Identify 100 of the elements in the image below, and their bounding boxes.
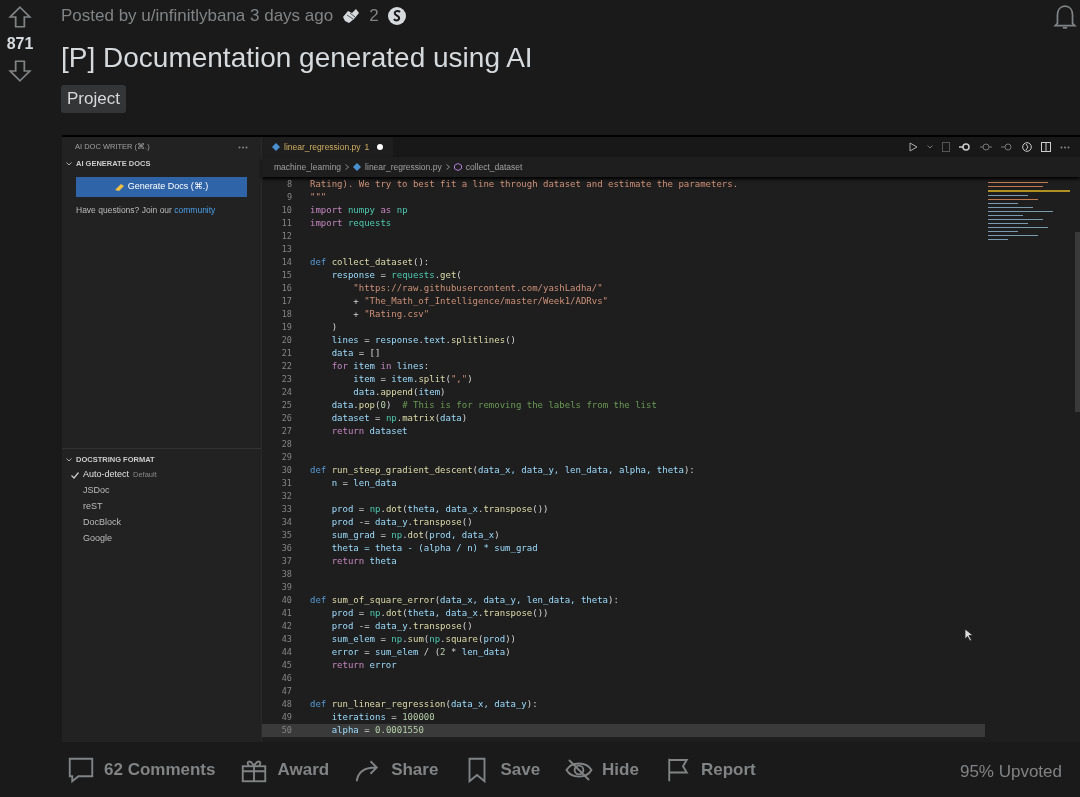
code-line: alpha = 0.0001550 (330, 723, 424, 737)
file-icon[interactable] (942, 142, 950, 152)
line-number: 12 (280, 230, 292, 243)
code-line: sum_grad = np.dot(prod, data_x) (330, 528, 500, 542)
code-line: Rating). We try to best fit a line through dataset and estimate the parameters. (310, 177, 739, 191)
code-line: lines = response.text.splitlines() (330, 333, 516, 347)
notification-bell-icon[interactable] (1052, 3, 1078, 31)
post-byline: Posted by u/infinitlybana 3 days ago (61, 5, 334, 28)
code-line: data.pop(0) # This is for removing the labels from the list (330, 398, 657, 412)
award-icon (386, 6, 407, 26)
comments-button[interactable]: 62 Comments (66, 754, 216, 785)
line-number: 36 (280, 542, 292, 555)
line-number: 17 (280, 295, 292, 308)
award-icon (341, 7, 362, 25)
downvote-icon[interactable] (7, 58, 33, 84)
share-button[interactable]: Share (353, 754, 439, 785)
line-number: 38 (280, 568, 292, 581)
run-icon[interactable] (909, 142, 918, 152)
breadcrumb-item[interactable]: machine_learning (274, 160, 342, 174)
mouse-pointer-icon (964, 628, 974, 642)
writing-hand-icon (114, 183, 124, 191)
code-line: return theta (330, 554, 397, 568)
line-number: 15 (280, 269, 292, 282)
python-file-icon (353, 163, 362, 171)
post-title: [P] Documentation generated using AI (61, 41, 534, 75)
line-number: 27 (280, 425, 292, 438)
code-line: prod = np.dot(theta, data_x.transpose()) (330, 502, 549, 516)
code-line: + "The_Math_of_Intelligence/master/Week1/ADRvs" (352, 294, 609, 308)
line-number: 23 (280, 373, 292, 386)
line-number: 46 (280, 672, 292, 685)
code-line: data.append(item) (352, 385, 446, 399)
line-number: 10 (280, 204, 292, 217)
line-number: 37 (280, 555, 292, 568)
line-number: 47 (280, 685, 292, 698)
more-icon[interactable] (238, 145, 248, 149)
code-line: import requests (310, 216, 392, 230)
line-number: 49 (280, 711, 292, 724)
code-line: n = len_data (330, 476, 397, 490)
code-line: dataset = np.matrix(data) (330, 411, 468, 425)
format-option[interactable]: Auto-detect (83, 468, 130, 482)
breadcrumb-item[interactable]: linear_regression.py (365, 160, 442, 174)
line-number: 34 (280, 516, 292, 529)
line-number: 43 (280, 633, 292, 646)
vote-score: 871 (6, 34, 34, 54)
code-line: prod -= data_y.transpose() (330, 619, 473, 633)
line-number: 33 (280, 503, 292, 516)
line-number: 30 (280, 464, 292, 477)
line-number: 39 (280, 581, 292, 594)
line-number: 8 (285, 178, 292, 191)
line-number: 19 (280, 321, 292, 334)
chevron-icon[interactable] (66, 162, 72, 166)
line-number: 40 (280, 594, 292, 607)
code-line: response = requests.get( (330, 268, 462, 282)
generate-docs-button[interactable]: Generate Docs (⌘.) (76, 177, 247, 197)
code-line: def collect_dataset(): (310, 255, 430, 269)
line-number: 31 (280, 477, 292, 490)
code-line: sum_elem = np.sum(np.square(prod)) (330, 632, 516, 646)
upvote-ratio: 95% Upvoted (959, 760, 1063, 783)
hide-button[interactable]: Hide (564, 754, 639, 785)
editor-tab[interactable]: linear_regression.py 1 (262, 137, 394, 157)
award-count: 2 (369, 5, 379, 28)
chevron-icon[interactable] (66, 458, 72, 462)
post-flair[interactable]: Project (61, 85, 126, 113)
more-icon[interactable] (1060, 145, 1070, 149)
code-line: def sum_of_square_error(data_x, data_y, len_data, theta): (310, 593, 619, 607)
code-line: data = [] (330, 346, 381, 360)
breadcrumb-item[interactable]: collect_dataset (465, 160, 523, 174)
commit-icon[interactable] (959, 143, 971, 151)
code-line: def run_steep_gradient_descent(data_x, data_y, len_data, alpha, theta): (310, 463, 695, 477)
line-number: 48 (280, 698, 292, 711)
format-option[interactable]: JSDoc (83, 484, 110, 498)
line-number: 44 (280, 646, 292, 659)
python-file-icon (272, 143, 280, 151)
line-number: 9 (285, 191, 292, 204)
help-text: Have questions? Join our community (76, 204, 217, 217)
compass-icon[interactable] (1022, 142, 1032, 152)
line-number: 50 (280, 724, 292, 737)
code-line: error = sum_elem / (2 * len_data) (330, 645, 511, 659)
chevron-icon[interactable] (927, 145, 933, 149)
code-line: return error (330, 658, 397, 672)
format-option[interactable]: reST (83, 500, 103, 514)
chevron-icon (445, 164, 450, 170)
code-line: theta = theta - (alpha / n) * sum_grad (330, 541, 538, 555)
line-number: 29 (280, 451, 292, 464)
split-editor-icon[interactable] (1041, 142, 1051, 152)
line-number: 21 (280, 347, 292, 360)
code-line: iterations = 100000 (330, 710, 435, 724)
code-line: import numpy as np (310, 203, 408, 217)
format-option[interactable]: DocBlock (83, 516, 121, 530)
report-button[interactable]: Report (662, 754, 756, 785)
line-number: 26 (280, 412, 292, 425)
save-button[interactable]: Save (462, 754, 541, 785)
line-number: 22 (280, 360, 292, 373)
scrollbar[interactable] (1075, 232, 1080, 412)
upvote-icon[interactable] (7, 4, 33, 30)
award-button[interactable]: Award (239, 754, 330, 785)
line-number: 13 (280, 243, 292, 256)
community-link[interactable]: community (174, 205, 216, 215)
format-option[interactable]: Google (83, 532, 113, 546)
line-number: 41 (280, 607, 292, 620)
